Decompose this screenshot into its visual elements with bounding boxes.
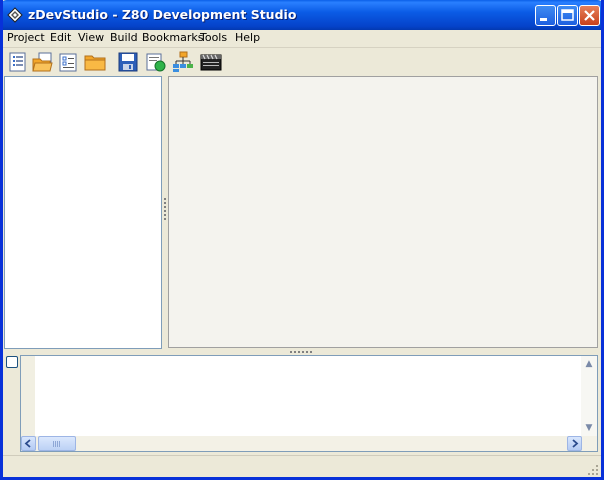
editor-area[interactable] [168, 76, 598, 348]
window-title: zDevStudio - Z80 Development Studio [28, 7, 297, 22]
scroll-up-icon[interactable]: ▲ [583, 358, 595, 370]
chevron-right-icon [572, 439, 579, 448]
window-frame-left [0, 0, 3, 480]
menu-project[interactable]: Project [7, 31, 45, 44]
output-checkbox[interactable] [6, 356, 18, 368]
scroll-down-icon[interactable]: ▼ [583, 422, 595, 434]
scroll-left-button[interactable] [21, 436, 36, 451]
menu-help[interactable]: Help [235, 31, 260, 44]
menu-view[interactable]: View [78, 31, 104, 44]
main-window: zDevStudio - Z80 Development Studio Proj… [0, 0, 604, 480]
menu-tools[interactable]: Tools [200, 31, 227, 44]
diamond-app-icon [7, 7, 23, 23]
maximize-icon [561, 9, 574, 21]
toolbar [3, 47, 601, 77]
status-bar [3, 455, 601, 478]
menu-edit[interactable]: Edit [50, 31, 71, 44]
menu-build[interactable]: Build [110, 31, 138, 44]
open-project-icon[interactable] [32, 51, 54, 73]
project-tree-panel[interactable] [4, 76, 162, 349]
resize-grip-icon[interactable] [587, 464, 599, 476]
save-icon[interactable] [117, 51, 139, 73]
menu-bar: Project Edit View Build Bookmarks Tools … [3, 30, 601, 47]
open-folder-icon[interactable] [84, 51, 106, 73]
scroll-right-button[interactable] [567, 436, 582, 451]
minimize-icon [540, 18, 547, 21]
new-file-icon[interactable] [58, 51, 80, 73]
output-gutter [21, 356, 35, 436]
output-vertical-scrollbar[interactable]: ▲ ▼ [581, 356, 597, 436]
title-bar[interactable]: zDevStudio - Z80 Development Studio [0, 0, 604, 30]
vertical-splitter[interactable] [164, 198, 166, 222]
minimize-button[interactable] [535, 5, 556, 26]
scroll-thumb[interactable] [38, 436, 76, 451]
maximize-button[interactable] [557, 5, 578, 26]
menu-bookmarks[interactable]: Bookmarks [142, 31, 203, 44]
new-project-icon[interactable] [7, 51, 29, 73]
output-panel[interactable]: ▲ ▼ [20, 355, 598, 452]
build-icon[interactable] [145, 51, 167, 73]
horizontal-splitter[interactable] [290, 351, 314, 353]
terminal-icon[interactable] [200, 51, 222, 73]
close-button[interactable] [579, 5, 600, 26]
grip-icon [53, 441, 61, 447]
chevron-left-icon [24, 439, 31, 448]
project-tree-icon[interactable] [172, 51, 194, 73]
output-horizontal-scrollbar[interactable] [21, 436, 597, 451]
close-icon [584, 10, 595, 21]
